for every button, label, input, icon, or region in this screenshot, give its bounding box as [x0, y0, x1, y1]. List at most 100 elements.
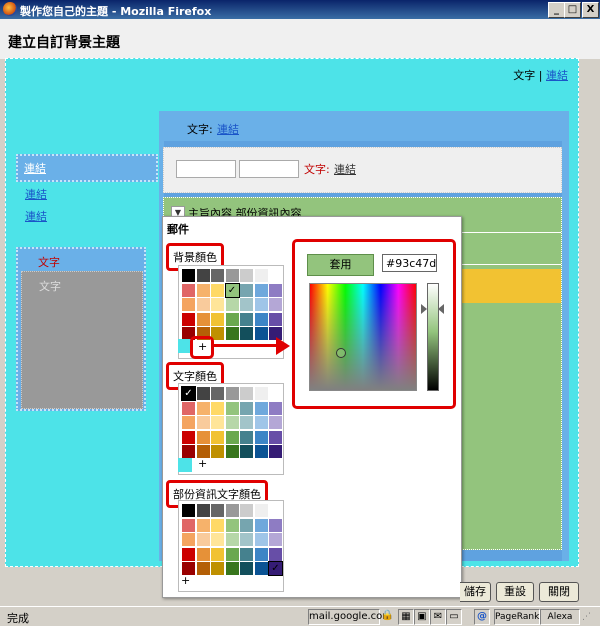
color-swatch[interactable]	[196, 283, 210, 297]
color-swatch[interactable]	[240, 430, 253, 444]
color-swatch[interactable]	[225, 387, 239, 400]
color-swatch[interactable]	[225, 298, 239, 311]
color-swatch[interactable]	[182, 269, 195, 282]
color-swatch[interactable]	[225, 312, 239, 326]
color-swatch[interactable]	[254, 298, 268, 311]
slider-left-arrow-icon[interactable]	[421, 304, 427, 314]
color-swatch[interactable]	[254, 401, 268, 415]
text-add-button[interactable]: +	[198, 457, 207, 470]
save-button[interactable]: 儲存	[460, 582, 491, 602]
color-swatch[interactable]	[240, 416, 253, 429]
sidebar-icon[interactable]: ▦	[398, 609, 414, 625]
nav-field-2[interactable]	[239, 160, 299, 178]
color-swatch[interactable]	[196, 312, 210, 326]
close-window-button[interactable]: X	[582, 2, 599, 18]
maximize-button[interactable]: □	[564, 2, 581, 18]
snippet-add-button[interactable]: +	[181, 574, 190, 587]
color-swatch[interactable]	[240, 401, 253, 415]
color-swatch[interactable]	[196, 533, 210, 546]
color-swatch[interactable]	[225, 269, 239, 282]
color-swatch[interactable]	[211, 387, 224, 400]
color-swatch[interactable]	[225, 416, 239, 429]
top-link[interactable]: 連結	[546, 69, 568, 82]
color-swatch[interactable]	[211, 269, 224, 282]
color-swatch[interactable]	[196, 562, 210, 575]
color-swatch[interactable]	[225, 445, 239, 458]
grid-icon[interactable]: ▣	[414, 609, 430, 625]
color-swatch[interactable]	[182, 518, 195, 532]
color-swatch[interactable]	[211, 283, 224, 297]
color-swatch[interactable]	[211, 518, 224, 532]
color-swatch[interactable]	[240, 547, 253, 561]
color-swatch[interactable]: ✓	[224, 282, 240, 298]
color-swatch[interactable]	[211, 547, 224, 561]
screen-icon[interactable]: ▭	[446, 609, 462, 625]
color-swatch[interactable]	[269, 430, 282, 444]
color-swatch[interactable]	[196, 518, 210, 532]
color-swatch[interactable]	[269, 416, 282, 429]
frame-link[interactable]: 連結	[217, 121, 239, 137]
color-swatch[interactable]	[269, 283, 282, 297]
color-swatch[interactable]	[254, 547, 268, 561]
apply-button[interactable]: 套用	[307, 254, 374, 276]
color-swatch[interactable]	[254, 533, 268, 546]
snippet-color-palette[interactable]: ✓	[178, 500, 284, 592]
color-swatch[interactable]	[240, 504, 253, 517]
sidebar-item-selected[interactable]: 連結	[16, 154, 158, 182]
reset-button[interactable]: 重設	[496, 582, 534, 602]
color-swatch[interactable]	[240, 312, 253, 326]
color-swatch[interactable]	[254, 283, 268, 297]
color-swatch[interactable]	[269, 445, 282, 458]
text-color-palette[interactable]: ✓	[178, 383, 284, 475]
close-button[interactable]: 關閉	[539, 582, 579, 602]
nav-field-1[interactable]	[176, 160, 236, 178]
color-swatch[interactable]	[211, 504, 224, 517]
color-swatch[interactable]	[225, 504, 239, 517]
color-swatch[interactable]: ✓	[268, 561, 283, 576]
color-swatch[interactable]	[182, 283, 195, 297]
color-swatch[interactable]	[254, 327, 268, 340]
alexa-indicator[interactable]: Alexa	[540, 609, 580, 625]
color-swatch[interactable]	[254, 445, 268, 458]
hex-color-input[interactable]: #93c47d	[382, 254, 437, 272]
color-swatch[interactable]	[269, 401, 282, 415]
color-swatch[interactable]	[182, 430, 195, 444]
color-swatch[interactable]	[269, 547, 282, 561]
color-swatch[interactable]	[211, 562, 224, 575]
color-swatch[interactable]	[211, 416, 224, 429]
color-swatch[interactable]	[254, 518, 268, 532]
color-swatch[interactable]	[240, 269, 253, 282]
color-swatch[interactable]: ✓	[181, 386, 196, 401]
nav-link[interactable]: 連結	[334, 161, 356, 177]
color-swatch[interactable]	[269, 533, 282, 546]
color-swatch[interactable]	[182, 504, 195, 517]
color-swatch[interactable]	[240, 533, 253, 546]
color-swatch[interactable]	[254, 416, 268, 429]
spectrum-cursor[interactable]	[336, 348, 346, 358]
color-swatch[interactable]	[269, 298, 282, 311]
color-swatch[interactable]	[196, 387, 210, 400]
color-swatch[interactable]	[240, 298, 253, 311]
color-swatch[interactable]	[182, 533, 195, 546]
color-swatch[interactable]	[240, 327, 253, 340]
color-swatch[interactable]	[269, 387, 282, 400]
pagerank-indicator[interactable]: PageRank	[494, 609, 540, 625]
color-swatch[interactable]	[196, 430, 210, 444]
color-swatch[interactable]	[254, 562, 268, 575]
mail-icon[interactable]: ✉	[430, 609, 446, 625]
sidebar-link-2[interactable]: 連結	[25, 186, 47, 202]
color-swatch[interactable]	[182, 416, 195, 429]
color-swatch[interactable]	[225, 547, 239, 561]
color-swatch[interactable]	[254, 504, 268, 517]
slider-right-arrow-icon[interactable]	[438, 304, 444, 314]
color-swatch[interactable]	[182, 312, 195, 326]
color-swatch[interactable]	[182, 298, 195, 311]
color-swatch[interactable]	[182, 445, 195, 458]
color-swatch[interactable]	[240, 445, 253, 458]
color-swatch[interactable]	[254, 387, 268, 400]
color-swatch[interactable]	[196, 416, 210, 429]
color-swatch[interactable]	[269, 312, 282, 326]
color-swatch[interactable]	[211, 312, 224, 326]
color-swatch[interactable]	[196, 401, 210, 415]
color-swatch[interactable]	[254, 312, 268, 326]
